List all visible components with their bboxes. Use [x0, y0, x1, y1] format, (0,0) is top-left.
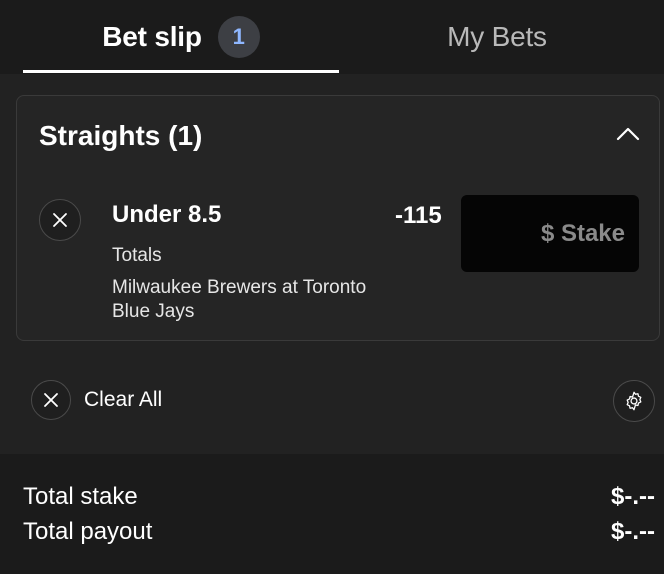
- total-stake-row: Total stake $-.--: [23, 483, 655, 511]
- total-stake-label: Total stake: [23, 483, 138, 510]
- settings-button[interactable]: [613, 380, 655, 422]
- clear-all-button[interactable]: Clear All: [31, 380, 162, 420]
- bet-market: Totals: [112, 245, 162, 266]
- bet-count-badge: 1: [217, 16, 260, 58]
- total-payout-row: Total payout $-.--: [23, 518, 655, 546]
- bet-slip-content: Straights (1) Under 8.5 -115 Totals Milw…: [0, 74, 664, 454]
- chevron-up-icon[interactable]: [615, 124, 641, 144]
- active-tab-indicator: [23, 70, 339, 73]
- total-payout-label: Total payout: [23, 518, 153, 545]
- tab-my-bets[interactable]: My Bets: [339, 0, 655, 74]
- straights-title: Straights (1): [39, 120, 203, 151]
- stake-input[interactable]: [461, 195, 639, 272]
- total-payout-value: $-.--: [611, 518, 655, 545]
- bet-selection: Under 8.5: [112, 201, 222, 228]
- close-icon: [31, 380, 71, 420]
- bet-tabs: Bet slip 1 My Bets: [0, 0, 664, 74]
- tab-bet-slip-label: Bet slip: [102, 21, 202, 52]
- tab-my-bets-label: My Bets: [447, 21, 547, 52]
- totals-panel: Total stake $-.-- Total payout $-.--: [0, 454, 664, 574]
- clear-all-label: Clear All: [84, 388, 163, 411]
- tab-bet-slip[interactable]: Bet slip 1: [23, 0, 339, 74]
- bet-event: Milwaukee Brewers at Toronto Blue Jays: [112, 277, 367, 322]
- total-stake-value: $-.--: [611, 483, 655, 510]
- close-icon: [53, 213, 67, 227]
- straights-card: Straights (1) Under 8.5 -115 Totals Milw…: [16, 95, 660, 341]
- bet-odds: -115: [395, 202, 442, 229]
- gear-icon: [626, 391, 642, 411]
- remove-bet-button[interactable]: [39, 199, 81, 241]
